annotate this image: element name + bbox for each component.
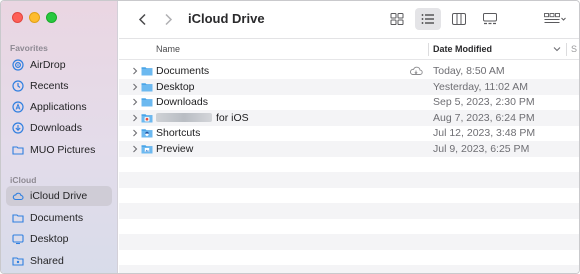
- list-view-button[interactable]: [415, 8, 441, 30]
- file-name: Desktop: [156, 80, 195, 93]
- table-row[interactable]: Documents Today, 8:50 AM: [119, 63, 579, 79]
- disclosure-triangle-icon[interactable]: [131, 145, 139, 153]
- chevron-left-icon: [138, 13, 146, 25]
- clock-icon: [12, 80, 24, 92]
- sidebar-item-applications[interactable]: Applications: [6, 97, 112, 117]
- sidebar-item-desktop[interactable]: Desktop: [6, 229, 112, 249]
- empty-row: [119, 265, 579, 273]
- document-icon: [12, 212, 24, 224]
- file-date: Today, 8:50 AM: [433, 64, 505, 77]
- sidebar-item-label: Applications: [30, 101, 87, 113]
- forward-button[interactable]: [158, 9, 178, 29]
- shared-folder-icon: [12, 255, 24, 267]
- group-icon: [544, 13, 566, 23]
- file-date: Jul 12, 2023, 3:48 PM: [433, 127, 536, 140]
- shortcuts-folder-icon: [141, 129, 153, 138]
- folder-icon: [141, 82, 153, 92]
- icon-view-button[interactable]: [384, 8, 410, 30]
- sidebar-item-icloud-drive[interactable]: iCloud Drive: [6, 186, 112, 206]
- file-name: Shortcuts: [156, 127, 201, 140]
- cloud-icon: [12, 190, 24, 202]
- back-button[interactable]: [132, 9, 152, 29]
- sidebar-item-airdrop[interactable]: AirDrop: [6, 55, 112, 75]
- column-divider[interactable]: [566, 43, 567, 56]
- disclosure-triangle-icon[interactable]: [131, 114, 139, 122]
- sidebar-item-recents[interactable]: Recents: [6, 76, 112, 96]
- window-title: iCloud Drive: [188, 11, 265, 26]
- sidebar-item-downloads[interactable]: Downloads: [6, 118, 112, 138]
- sidebar-item-label: Desktop: [30, 233, 69, 245]
- sidebar-item-muo-pictures[interactable]: MUO Pictures: [6, 140, 112, 160]
- file-list: Documents Today, 8:50 AM Desktop Yesterd…: [119, 61, 579, 273]
- gallery-view-button[interactable]: [477, 8, 503, 30]
- file-name: Preview: [156, 142, 194, 155]
- file-name: for iOS: [156, 112, 249, 124]
- sidebar-item-label: iCloud Drive: [30, 190, 88, 202]
- sidebar-item-label: Documents: [30, 212, 84, 224]
- sidebar-section-favorites: Favorites: [10, 43, 48, 53]
- column-date-modified[interactable]: Date Modified: [433, 44, 492, 54]
- table-row[interactable]: Shortcuts Jul 12, 2023, 3:48 PM: [119, 126, 579, 142]
- sidebar-item-label: Recents: [30, 80, 69, 92]
- column-header: Name Date Modified S: [119, 39, 579, 60]
- file-date: Aug 7, 2023, 6:24 PM: [433, 111, 535, 124]
- list-icon: [421, 14, 434, 24]
- minimize-window-button[interactable]: [29, 12, 40, 23]
- empty-row: [119, 172, 579, 188]
- finder-window: Favorites AirDrop Recents Applications D…: [0, 0, 580, 274]
- file-date: Yesterday, 11:02 AM: [433, 80, 528, 93]
- table-row[interactable]: Downloads Sep 5, 2023, 2:30 PM: [119, 95, 579, 111]
- file-name: Downloads: [156, 96, 208, 109]
- redacted-name-block: [156, 113, 212, 123]
- folder-icon: [141, 98, 153, 107]
- disclosure-triangle-icon[interactable]: [131, 83, 139, 91]
- disclosure-triangle-icon[interactable]: [131, 129, 139, 137]
- column-name[interactable]: Name: [156, 44, 180, 54]
- app-folder-icon: [141, 113, 153, 123]
- file-name: Documents: [156, 64, 210, 77]
- sidebar-item-label: AirDrop: [30, 59, 66, 71]
- window-controls: [12, 12, 57, 23]
- desktop-icon: [12, 233, 24, 245]
- table-row[interactable]: Preview Jul 9, 2023, 6:25 PM: [119, 141, 579, 157]
- table-row[interactable]: for iOS Aug 7, 2023, 6:24 PM: [119, 110, 579, 126]
- column-view-button[interactable]: [446, 8, 472, 30]
- chevron-right-icon: [164, 13, 172, 25]
- sidebar: Favorites AirDrop Recents Applications D…: [1, 1, 118, 273]
- disclosure-triangle-icon[interactable]: [131, 67, 139, 75]
- group-by-button[interactable]: [539, 8, 571, 30]
- toolbar: iCloud Drive: [119, 1, 579, 39]
- airdrop-icon: [12, 59, 24, 71]
- disclosure-triangle-icon[interactable]: [131, 98, 139, 106]
- sidebar-item-shared[interactable]: Shared: [6, 251, 112, 271]
- grid-icon: [390, 13, 404, 25]
- sidebar-item-documents[interactable]: Documents: [6, 208, 112, 228]
- column-size[interactable]: S: [571, 44, 577, 54]
- empty-row: [119, 203, 579, 219]
- applications-icon: [12, 101, 24, 113]
- sidebar-item-label: Shared: [30, 255, 64, 267]
- zoom-window-button[interactable]: [46, 12, 57, 23]
- file-date: Sep 5, 2023, 2:30 PM: [433, 96, 535, 109]
- empty-row: [119, 234, 579, 250]
- columns-icon: [452, 13, 466, 25]
- folder-icon: [12, 144, 24, 156]
- close-window-button[interactable]: [12, 12, 23, 23]
- folder-icon: [141, 66, 153, 76]
- sidebar-item-label: MUO Pictures: [30, 144, 96, 156]
- sidebar-item-label: Downloads: [30, 122, 82, 134]
- table-row[interactable]: Desktop Yesterday, 11:02 AM: [119, 79, 579, 95]
- download-icon: [12, 122, 24, 134]
- file-date: Jul 9, 2023, 6:25 PM: [433, 142, 530, 155]
- cloud-download-icon[interactable]: [409, 66, 423, 76]
- chevron-down-icon[interactable]: [553, 45, 561, 53]
- preview-folder-icon: [141, 144, 153, 154]
- sidebar-section-icloud: iCloud: [10, 175, 37, 185]
- gallery-icon: [483, 13, 497, 25]
- column-divider[interactable]: [428, 43, 429, 56]
